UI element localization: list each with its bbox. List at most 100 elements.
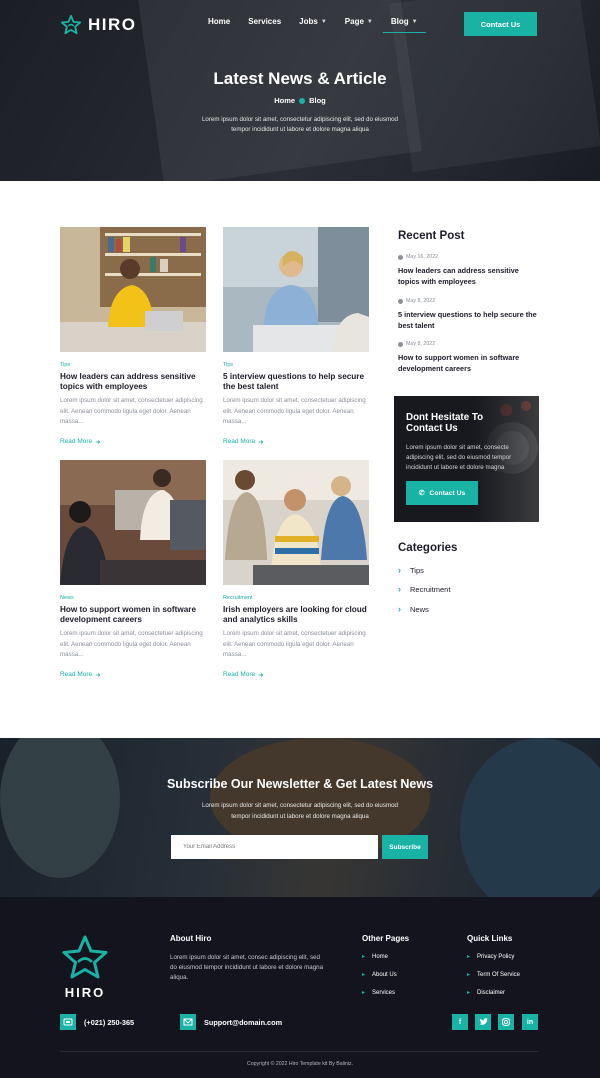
footer-link-disclaimer[interactable]: ▸ Disclaimer [467,989,505,997]
recent-post-item: May 8, 2022 5 interview questions to hel… [398,298,538,331]
email-input[interactable] [171,835,378,859]
cta-title: Dont Hesitate To Contact Us [406,412,484,434]
post-excerpt: Lorem ipsum dolor sit amet, consectetuer… [60,630,203,658]
contact-cta-card: Dont Hesitate To Contact Us Lorem ipsum … [394,396,539,522]
post-photo-office [60,460,206,585]
read-more-link[interactable]: Read More ➜ [223,438,369,446]
post-card: News How to support women in software de… [60,460,206,679]
post-category[interactable]: Tips [223,362,369,369]
post-title[interactable]: How leaders can address sensitive topics… [60,372,206,392]
nav-item-page[interactable]: Page ▼ [345,17,373,26]
category-item-tips[interactable]: › Tips [398,565,424,575]
footer-email[interactable]: Support@domain.com [180,1014,282,1030]
recent-post-link[interactable]: 5 interview questions to help secure the… [398,309,538,331]
phone-text: (+021) 250-365 [84,1017,135,1027]
read-more-link[interactable]: Read More ➜ [60,671,206,679]
post-image[interactable] [60,227,206,352]
post-image[interactable] [60,460,206,585]
category-label: News [410,604,429,614]
copyright-text: Copyright © 2022 Hiro Template kit By Ba… [246,1061,354,1067]
subscribe-button[interactable]: Subscribe [382,835,428,859]
recent-post-link[interactable]: How to support women in software develop… [398,352,538,374]
post-photo-library [60,227,206,352]
recent-post-link[interactable]: How leaders can address sensitive topics… [398,265,538,287]
clock-icon [398,341,403,347]
nav-item-blog[interactable]: Blog ▼ [382,17,426,33]
instagram-icon[interactable] [498,1014,514,1030]
nav-item-jobs[interactable]: Jobs ▼ [299,17,327,26]
nav-label: Page [344,17,364,26]
footer-brand-name: HIRO [64,985,106,1000]
email-text: Support@domain.com [204,1017,283,1027]
quick-links-heading: Quick Links [467,934,513,943]
post-category[interactable]: News [60,595,206,602]
post-image[interactable] [223,227,369,352]
category-label: Tips [410,565,424,575]
post-date-text: May 8, 2022 [406,341,436,347]
post-card: Tips How leaders can address sensitive t… [60,227,206,446]
footer-link-terms[interactable]: ▸ Term Of Service [467,971,521,979]
mail-icon [180,1014,196,1030]
footer-link-label: About Us [372,971,397,978]
star-logo-icon[interactable] [60,934,110,982]
footer-link-about[interactable]: ▸ About Us [362,971,397,979]
chevron-right-icon: › [398,604,401,614]
read-more-link[interactable]: Read More ➜ [60,438,206,446]
post-card: Recruitment Irish employers are looking … [223,460,369,679]
recent-post-item: May 8, 2022 How to support women in soft… [398,341,538,374]
nav-item-home[interactable]: Home [208,17,230,26]
clock-icon [398,298,403,304]
footer-link-privacy[interactable]: ▸ Privacy Policy [467,953,515,961]
nav-label: Services [248,17,282,26]
post-image[interactable] [223,460,369,585]
post-title[interactable]: Irish employers are looking for cloud an… [223,605,369,625]
breadcrumb: Home Blog [0,96,600,105]
footer-link-label: Privacy Policy [477,953,515,960]
clock-icon [398,254,403,260]
breadcrumb-home[interactable]: Home [274,96,295,105]
post-date: May 8, 2022 [398,341,538,347]
caret-right-icon: ▸ [467,954,471,960]
chevron-right-icon: › [398,584,401,594]
read-more-label: Read More [223,438,256,445]
chevron-right-icon: › [398,565,401,575]
footer-link-label: Term Of Service [477,971,521,978]
post-category[interactable]: Recruitment [223,595,369,602]
post-category[interactable]: Tips [60,362,206,369]
footer-link-label: Home [372,953,389,960]
post-date: May 8, 2022 [398,298,538,304]
twitter-icon[interactable] [475,1014,491,1030]
brand-logo[interactable]: HIRO [60,14,137,36]
post-card: Tips 5 interview questions to help secur… [223,227,369,446]
facebook-icon[interactable]: f [452,1014,468,1030]
page-title: Latest News & Article [213,69,387,88]
category-item-news[interactable]: › News [398,604,429,614]
nav-label: Blog [390,17,409,26]
footer-divider [60,1051,538,1052]
read-more-link[interactable]: Read More ➜ [223,671,369,679]
category-item-recruitment[interactable]: › Recruitment [398,584,450,594]
breadcrumb-separator-icon [299,97,306,104]
caret-right-icon: ▸ [362,972,366,978]
chevron-down-icon: ▼ [411,18,418,25]
footer-phone[interactable]: (+021) 250-365 [60,1014,134,1030]
arrow-right-icon: ➜ [95,438,101,446]
post-title[interactable]: 5 interview questions to help secure the… [223,372,369,392]
caret-right-icon: ▸ [467,972,471,978]
cta-contact-button[interactable]: ✆ Contact Us [406,481,478,505]
recent-post-heading: Recent Post [398,230,465,242]
category-label: Recruitment [410,584,451,594]
post-title[interactable]: How to support women in software develop… [60,605,206,625]
post-date: May 16, 2022 [398,254,538,260]
footer-link-services[interactable]: ▸ Services [362,989,395,997]
contact-us-button[interactable]: Contact Us [464,12,537,36]
caret-right-icon: ▸ [362,954,366,960]
linkedin-icon[interactable]: in [522,1014,538,1030]
newsletter-title: Subscribe Our Newsletter & Get Latest Ne… [166,777,434,791]
about-heading: About Hiro [170,934,212,943]
about-text: Lorem ipsum dolor sit amet, consec adipi… [170,954,324,982]
footer-link-home[interactable]: ▸ Home [362,953,389,961]
nav-item-services[interactable]: Services [248,17,281,26]
caret-right-icon: ▸ [362,990,366,996]
breadcrumb-current: Blog [309,96,326,105]
